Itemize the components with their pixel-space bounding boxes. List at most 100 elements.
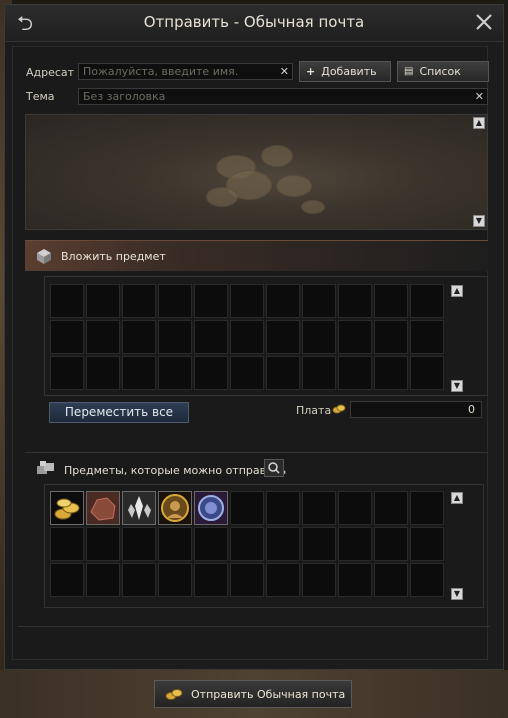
move-all-button[interactable]: Переместить все <box>49 402 189 423</box>
attach-slot[interactable] <box>122 284 156 318</box>
inventory-slot[interactable] <box>194 563 228 597</box>
attach-slot[interactable] <box>86 356 120 390</box>
inventory-slot[interactable] <box>374 491 408 525</box>
attach-slot[interactable] <box>302 320 336 354</box>
inventory-slot[interactable] <box>410 563 444 597</box>
message-scroll-up-icon[interactable]: ▲ <box>473 117 485 129</box>
inventory-slot-grid <box>50 491 444 597</box>
inventory-slot[interactable] <box>86 527 120 561</box>
coin-decoration <box>206 187 238 207</box>
attach-slot[interactable] <box>50 356 84 390</box>
attach-slot[interactable] <box>194 356 228 390</box>
ore-chunk-icon[interactable] <box>86 491 120 525</box>
inventory-slot[interactable] <box>50 527 84 561</box>
inventory-slot[interactable] <box>302 491 336 525</box>
inventory-slot[interactable] <box>194 527 228 561</box>
window-title: Отправить - Обычная почта <box>143 13 365 31</box>
search-icon <box>268 462 280 474</box>
inventory-slot[interactable] <box>410 527 444 561</box>
attach-slot[interactable] <box>374 284 408 318</box>
inventory-slot[interactable] <box>338 527 372 561</box>
message-body-textarea[interactable] <box>25 114 488 230</box>
subject-placeholder: Без заголовка <box>83 90 166 103</box>
attach-slot[interactable] <box>374 320 408 354</box>
attach-slot[interactable] <box>338 320 372 354</box>
attach-scroll-down-icon[interactable]: ▼ <box>451 380 463 392</box>
portrait-medallion-icon[interactable] <box>158 491 192 525</box>
gold-coin-icon <box>165 689 183 700</box>
inventory-slot[interactable] <box>50 563 84 597</box>
attach-slot[interactable] <box>338 284 372 318</box>
inventory-slot[interactable] <box>122 563 156 597</box>
attach-slot[interactable] <box>410 356 444 390</box>
attach-section-header: Вложить предмет <box>25 240 488 271</box>
attach-slot[interactable] <box>50 284 84 318</box>
fee-label: Плата <box>296 404 332 417</box>
inventory-slot[interactable] <box>122 527 156 561</box>
attach-slot[interactable] <box>122 356 156 390</box>
inventory-slot[interactable] <box>266 527 300 561</box>
attach-slot[interactable] <box>230 356 264 390</box>
subject-label: Тема <box>26 90 55 103</box>
inventory-slot[interactable] <box>302 563 336 597</box>
attach-slot[interactable] <box>302 284 336 318</box>
inventory-slot[interactable] <box>266 491 300 525</box>
add-recipient-button[interactable]: + Добавить <box>299 61 391 82</box>
inventory-slot[interactable] <box>230 527 264 561</box>
fee-value: 0 <box>350 401 482 418</box>
attach-slot[interactable] <box>158 356 192 390</box>
inventory-slot[interactable] <box>158 563 192 597</box>
inventory-slot[interactable] <box>158 527 192 561</box>
divider <box>25 452 488 453</box>
inventory-scroll-up-icon[interactable]: ▲ <box>451 492 463 504</box>
inventory-slot[interactable] <box>374 563 408 597</box>
attach-scroll-up-icon[interactable]: ▲ <box>451 285 463 297</box>
attach-slot[interactable] <box>86 320 120 354</box>
attach-slot[interactable] <box>194 284 228 318</box>
blue-seal-icon[interactable] <box>194 491 228 525</box>
inventory-slot[interactable] <box>338 491 372 525</box>
attach-slot[interactable] <box>230 320 264 354</box>
attach-slot-grid <box>50 284 444 390</box>
gold-coins-icon[interactable] <box>50 491 84 525</box>
attach-slot[interactable] <box>194 320 228 354</box>
crystal-icon[interactable] <box>122 491 156 525</box>
box-icon <box>37 249 51 264</box>
inventory-scroll-down-icon[interactable]: ▼ <box>451 588 463 600</box>
inventory-slot[interactable] <box>410 491 444 525</box>
recipient-input[interactable]: Пожалуйста, введите имя. ✕ <box>78 63 293 80</box>
attach-slot[interactable] <box>410 320 444 354</box>
attach-slot[interactable] <box>374 356 408 390</box>
attach-slot[interactable] <box>122 320 156 354</box>
list-icon: ▤ <box>404 66 414 77</box>
inventory-slot[interactable] <box>230 563 264 597</box>
clear-subject-icon[interactable]: ✕ <box>475 90 484 103</box>
recipient-label: Адресат <box>26 66 75 79</box>
attach-slot[interactable] <box>158 320 192 354</box>
inventory-slot[interactable] <box>338 563 372 597</box>
attach-slot[interactable] <box>266 320 300 354</box>
inventory-slot[interactable] <box>374 527 408 561</box>
inventory-slot[interactable] <box>302 527 336 561</box>
close-icon[interactable] <box>473 11 495 33</box>
attach-slot[interactable] <box>302 356 336 390</box>
attach-slot[interactable] <box>230 284 264 318</box>
clear-recipient-icon[interactable]: ✕ <box>280 65 289 78</box>
attach-slot[interactable] <box>338 356 372 390</box>
attach-slot[interactable] <box>266 284 300 318</box>
attach-slot[interactable] <box>158 284 192 318</box>
send-mail-button[interactable]: Отправить Обычная почта <box>154 680 352 708</box>
attach-slot[interactable] <box>86 284 120 318</box>
attach-slot[interactable] <box>50 320 84 354</box>
inventory-slot[interactable] <box>86 563 120 597</box>
search-button[interactable] <box>264 459 284 477</box>
attach-slot[interactable] <box>410 284 444 318</box>
contact-list-button[interactable]: ▤ Список <box>397 61 489 82</box>
inventory-slot[interactable] <box>230 491 264 525</box>
message-scroll-down-icon[interactable]: ▼ <box>473 215 485 227</box>
attach-slot[interactable] <box>266 356 300 390</box>
plus-icon: + <box>306 65 316 78</box>
inventory-slot[interactable] <box>266 563 300 597</box>
subject-input[interactable]: Без заголовка ✕ <box>78 88 488 105</box>
attach-section-title: Вложить предмет <box>61 250 166 263</box>
